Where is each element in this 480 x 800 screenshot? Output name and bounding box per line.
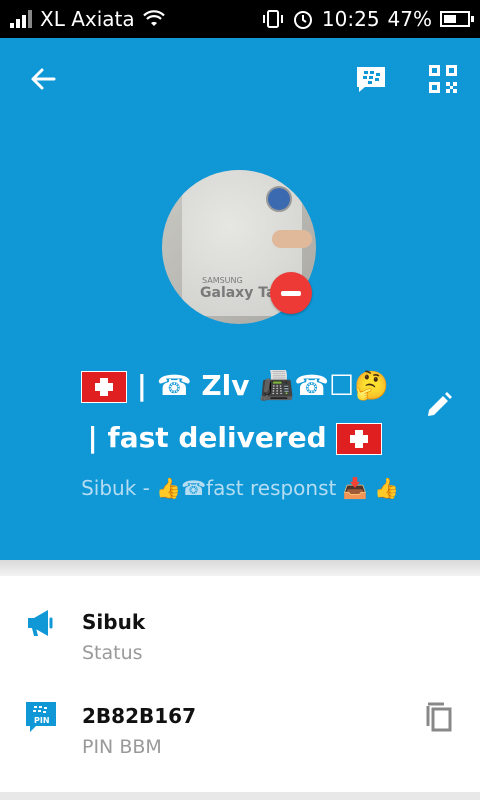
wifi-icon bbox=[142, 10, 165, 26]
list-item-status[interactable]: Sibuk Status bbox=[0, 576, 480, 670]
status-bar: XL Axiata 10:25 47% bbox=[0, 0, 480, 38]
profile-name-line2: | fast delivered bbox=[30, 412, 440, 464]
carrier-name: XL Axiata bbox=[40, 7, 135, 31]
battery-icon bbox=[440, 11, 474, 27]
megaphone-icon bbox=[28, 610, 53, 636]
avatar-brand-text: SAMSUNG bbox=[202, 276, 243, 285]
avatar-finger bbox=[272, 230, 312, 248]
swiss-flag-icon bbox=[336, 423, 383, 455]
signal-icon bbox=[10, 10, 32, 28]
divider bbox=[0, 560, 480, 576]
profile-header: SAMSUNG Galaxy Tab | ☎ Zlv 📠☎☐🤔 | fast d… bbox=[0, 38, 480, 560]
name-line1-text: | ☎ Zlv 📠☎☐🤔 bbox=[136, 369, 389, 402]
back-arrow-icon[interactable] bbox=[28, 64, 58, 94]
bbm-pin-icon: PIN bbox=[26, 702, 56, 732]
svg-text:PIN: PIN bbox=[34, 716, 50, 725]
alarm-icon bbox=[293, 11, 312, 29]
profile-name-line1: | ☎ Zlv 📠☎☐🤔 bbox=[30, 360, 440, 412]
list-item-pin[interactable]: PIN 2B82B167 PIN BBM bbox=[0, 670, 480, 764]
copy-icon[interactable] bbox=[422, 700, 454, 732]
pin-value: 2B82B167 bbox=[82, 704, 196, 728]
avatar-sticker bbox=[266, 186, 292, 212]
bottom-edge bbox=[0, 792, 480, 800]
status-label: Status bbox=[82, 642, 143, 664]
remove-photo-button[interactable] bbox=[270, 272, 312, 314]
status-value: Sibuk bbox=[82, 610, 146, 634]
profile-avatar[interactable]: SAMSUNG Galaxy Tab bbox=[162, 170, 316, 324]
edit-pencil-icon[interactable] bbox=[424, 390, 454, 420]
profile-details-list: Sibuk Status PIN 2B82B167 PIN BBM bbox=[0, 560, 480, 764]
minus-icon bbox=[281, 290, 301, 296]
clock: 10:25 bbox=[321, 7, 380, 31]
vibrate-icon bbox=[262, 10, 283, 28]
qr-code-icon[interactable] bbox=[428, 64, 458, 94]
profile-status-message: Sibuk - 👍☎fast responst 📥 👍 bbox=[81, 476, 399, 500]
swiss-flag-icon bbox=[81, 371, 128, 403]
battery-percent: 47% bbox=[387, 7, 432, 31]
bbm-chat-icon[interactable] bbox=[355, 65, 387, 93]
name-line2-text: | fast delivered bbox=[87, 421, 327, 454]
pin-label: PIN BBM bbox=[82, 736, 162, 758]
profile-name: | ☎ Zlv 📠☎☐🤔 | fast delivered bbox=[30, 360, 440, 464]
